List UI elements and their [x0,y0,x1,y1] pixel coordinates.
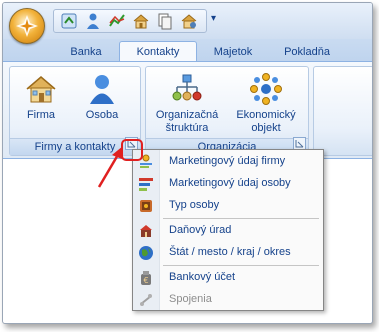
launcher-dropdown-menu: Marketingový údaj firmy Marketingový úda… [132,149,324,311]
menu-item-label: Štát / mesto / kraj / okres [169,246,291,258]
chart-icon[interactable] [108,12,126,30]
ribbon-tab-row: Banka Kontakty Majetok Pokladňa [3,39,372,62]
documents-icon[interactable] [156,12,174,30]
menu-item-label: Marketingový údaj osoby [169,177,291,189]
person-icon [90,75,114,104]
globe-icon [139,246,153,260]
tab-majetok[interactable]: Majetok [203,43,263,61]
tab-pokladna[interactable]: Pokladňa [275,43,339,61]
person-icon[interactable] [84,12,102,30]
organizacna-struktura-label-line2: štruktúra [165,122,209,134]
application-window: ▾ Banka Kontakty Majetok Pokladňa Firma [2,2,373,324]
quick-access-toolbar [53,9,207,33]
menu-item-tax-office[interactable]: Daňový úrad [133,220,323,242]
menu-item-bank-account[interactable]: € Bankový účet [133,267,323,289]
application-menu-button[interactable] [9,8,45,44]
tab-kontakty[interactable]: Kontakty [119,41,197,62]
refresh-icon[interactable] [60,12,78,30]
connections-icon [140,294,152,306]
organizacna-struktura-button[interactable]: Organizačná štruktúra [150,73,224,135]
menu-item-marketing-person[interactable]: Marketingový údaj osoby [133,173,323,195]
home-icon[interactable] [132,12,150,30]
menu-item-state-city[interactable]: Štát / mesto / kraj / okres [133,242,323,264]
firma-label: Firma [26,109,56,121]
customize-quick-access-dropdown[interactable]: ▾ [211,13,216,24]
menu-item-label: Bankový účet [169,271,236,283]
ekonomicky-objekt-label-line2: objekt [251,122,281,134]
home-settings-icon[interactable] [180,12,198,30]
person-type-icon [140,200,152,212]
menu-item-person-type[interactable]: Typ osoby [133,195,323,217]
osoba-button[interactable]: Osoba [74,73,130,122]
marketing-person-icon [139,178,153,191]
org-structure-icon [172,74,202,101]
svg-text:€: € [143,276,148,285]
menu-separator [163,265,319,266]
company-icon [26,76,56,103]
organizacna-struktura-label-line1: Organizačná [155,109,219,121]
ekonomicky-objekt-button[interactable]: Ekonomický objekt [228,73,304,135]
menu-separator [163,218,319,219]
menu-item-label: Spojenia [169,293,212,305]
group-partial [313,66,372,156]
tab-banka[interactable]: Banka [61,43,111,61]
tax-office-icon [140,225,152,237]
menu-item-label: Typ osoby [169,199,220,211]
menu-item-label: Daňový úrad [169,224,232,236]
ribbon-panel: Firma Osoba Firmy a kontakty Organizačná… [3,61,372,159]
quick-access-bar: ▾ [3,3,372,39]
red-arrow-icon [97,146,123,188]
osoba-label: Osoba [85,109,119,121]
menu-item-label: Marketingový údaj firmy [169,155,286,167]
firma-button[interactable]: Firma [16,73,66,122]
menu-item-connections: Spojenia [133,289,323,311]
launcher-arrow-icon [295,140,304,148]
app-logo-icon [16,15,38,37]
menu-item-marketing-company[interactable]: Marketingový údaj firmy [133,151,323,173]
bank-account-icon: € [141,271,151,285]
ekonomicky-objekt-label-line1: Ekonomický [236,109,296,121]
group-organizacia: Organizačná štruktúra Ekonomický objekt [145,66,309,156]
economic-object-icon [250,73,282,105]
